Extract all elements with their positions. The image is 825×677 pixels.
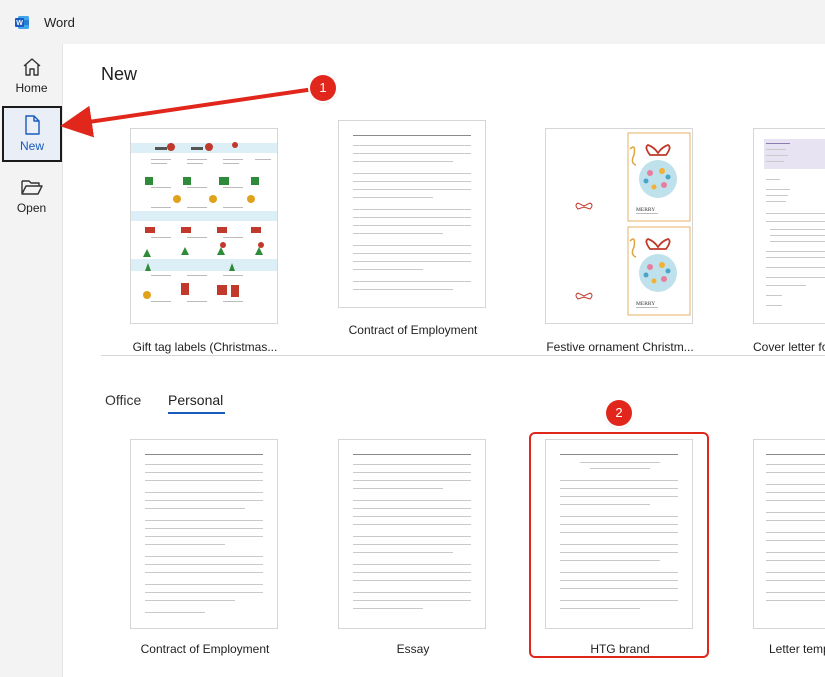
annotation-arrow [60,87,315,138]
annotation-callout-2: 2 [606,400,632,426]
annotation-callout-1: 1 [310,75,336,101]
